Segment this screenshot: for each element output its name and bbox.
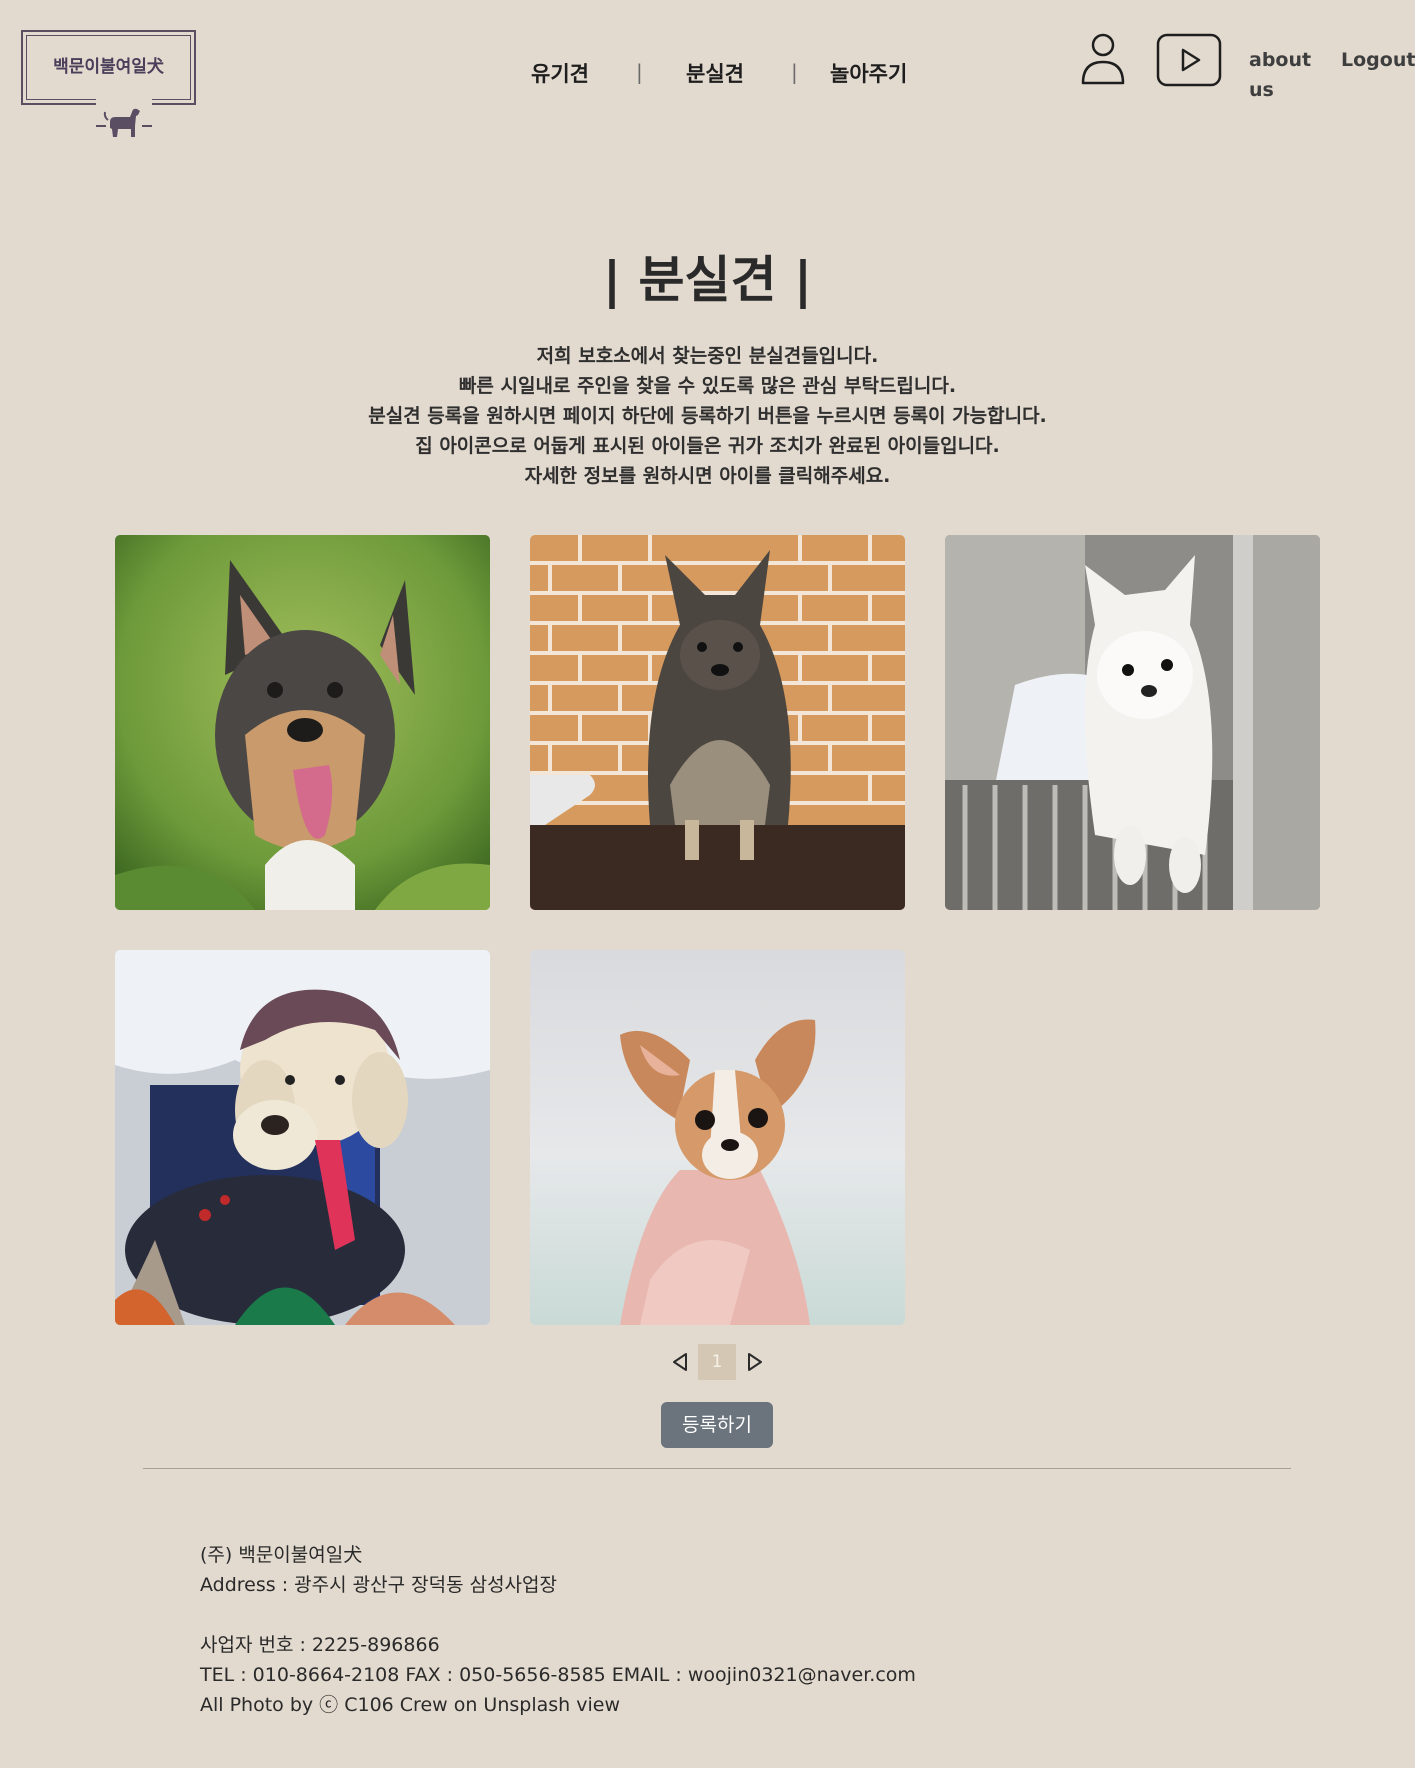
register-button[interactable]: 등록하기 [661,1402,773,1448]
triangle-right-icon[interactable] [745,1350,765,1374]
page-number-current[interactable]: 1 [698,1344,736,1380]
dog-photo [115,950,490,1325]
footer-contact: TEL : 010-8664-2108 FAX : 050-5656-8585 … [200,1664,916,1686]
nav-item-play[interactable]: 놀아주기 [830,58,907,88]
footer-photo-credit[interactable]: All Photo by ⓒ C106 Crew on Unsplash vie… [200,1690,916,1720]
footer: (주) 백문이불여일犬 Address : 광주시 광산구 장덕동 삼성사업장 … [200,1540,916,1720]
nav-separator: | [791,60,798,84]
dog-photo [115,535,490,910]
dog-photo [945,535,1320,910]
dog-card[interactable] [115,950,490,1325]
dog-photo [530,535,905,910]
footer-address: Address : 광주시 광산구 장덕동 삼성사업장 [200,1574,557,1596]
nav-item-lost[interactable]: 분실견 [686,58,744,88]
footer-spacer [200,1600,916,1630]
nav-separator: | [636,60,643,84]
intro-line: 분실견 등록을 원하시면 페이지 하단에 등록하기 버튼을 누르시면 등록이 가… [368,405,1047,427]
user-icon[interactable] [1080,32,1126,88]
intro-line: 자세한 정보를 원하시면 아이를 클릭해주세요. [524,465,891,487]
footer-divider [143,1468,1291,1469]
dog-icon [96,84,152,152]
pagination: 1 [0,1344,1415,1380]
about-us-link[interactable]: about us [1249,45,1329,105]
dog-card[interactable] [115,535,490,910]
intro-line: 집 아이콘으로 어둡게 표시된 아이들은 귀가 조치가 완료된 아이들입니다. [415,435,1000,457]
triangle-left-icon[interactable] [670,1350,690,1374]
intro-text: 저희 보호소에서 찾는중인 분실견들입니다. 빠른 시일내로 주인을 찾을 수 … [0,341,1415,491]
dog-card[interactable] [530,950,905,1325]
intro-line: 저희 보호소에서 찾는중인 분실견들입니다. [536,345,879,367]
intro-line: 빠른 시일내로 주인을 찾을 수 있도록 많은 관심 부탁드립니다. [458,375,957,397]
youtube-icon[interactable] [1155,32,1223,88]
dog-card[interactable] [530,535,905,910]
page-title: | 분실견 | [602,251,813,309]
nav-item-abandoned[interactable]: 유기견 [531,58,589,88]
dog-photo [530,950,905,1325]
logout-link[interactable]: Logout [1341,45,1415,75]
dog-card[interactable] [945,535,1320,910]
footer-business-number: 사업자 번호 : 2225-896866 [200,1634,440,1656]
footer-company: (주) 백문이불여일犬 [200,1544,363,1566]
